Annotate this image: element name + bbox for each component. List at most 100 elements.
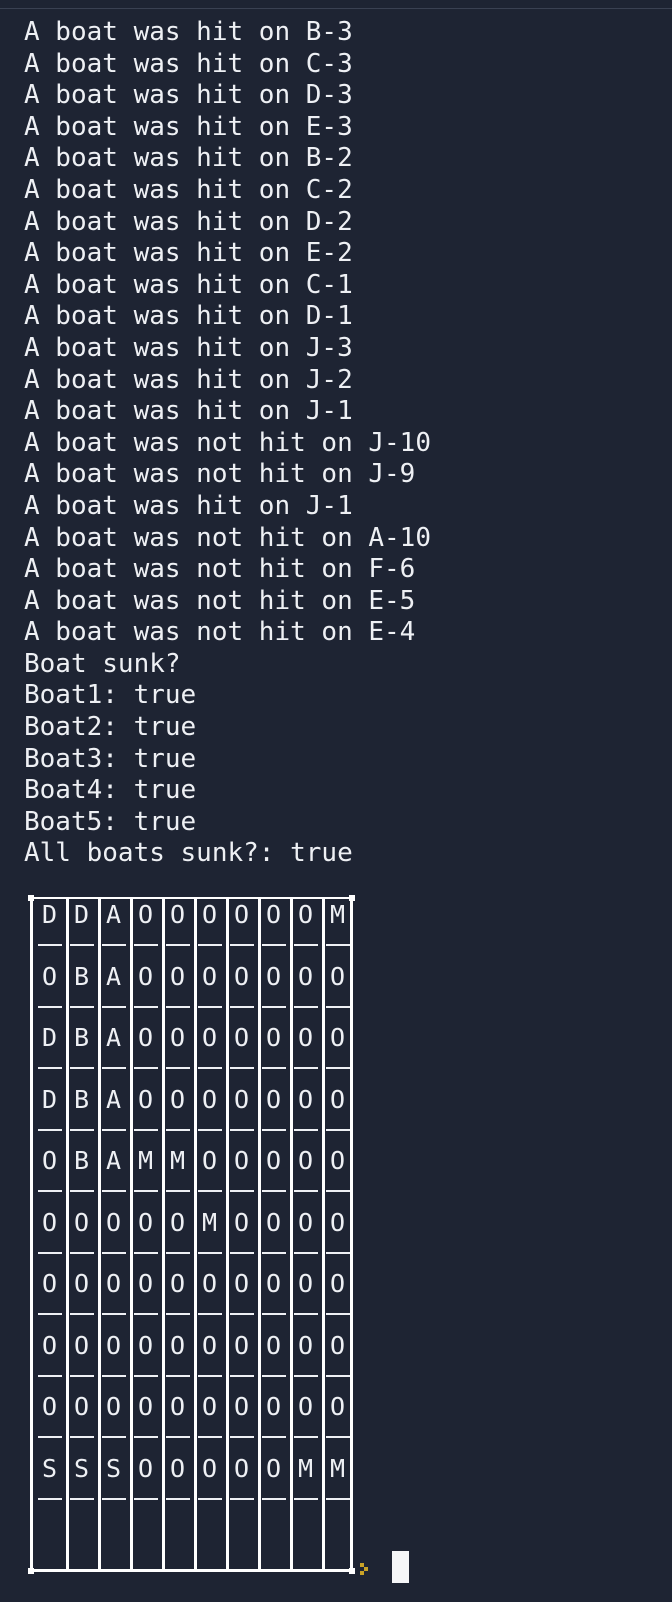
board-row-dash xyxy=(294,1005,318,1008)
board-row-dash xyxy=(326,1005,350,1008)
log-line: A boat was hit on E-2 xyxy=(24,238,353,269)
board-row-dash xyxy=(262,1067,286,1069)
board-cell: O xyxy=(137,1207,154,1237)
board-row-dash xyxy=(198,1128,222,1131)
board-cell: O xyxy=(105,1330,122,1360)
board-cell: O xyxy=(137,1084,154,1114)
board-row-dash xyxy=(134,1128,158,1131)
board-row-dash xyxy=(230,1128,254,1131)
board-cell: M xyxy=(329,1453,346,1483)
board-cell: O xyxy=(329,1207,346,1237)
board-cell: O xyxy=(297,1392,314,1421)
board-row-dash xyxy=(230,1313,254,1315)
board-cell: O xyxy=(265,961,282,991)
board-row-dash xyxy=(134,1374,158,1377)
board-cell: O xyxy=(297,1330,314,1360)
board-cell: O xyxy=(201,961,218,991)
board-cell: O xyxy=(297,1146,314,1175)
board-row-dash xyxy=(198,1313,222,1315)
log-line: Boat3: true xyxy=(24,743,197,774)
board-row-dash xyxy=(294,1190,318,1192)
log-line: A boat was hit on D-1 xyxy=(24,301,353,332)
log-line: A boat was hit on C-3 xyxy=(24,48,353,79)
board-row-dash xyxy=(230,1067,254,1069)
board-cell: O xyxy=(233,1207,250,1237)
board-row-dash xyxy=(102,1497,126,1500)
board-row-dash xyxy=(294,944,318,946)
board-cell: O xyxy=(297,900,314,929)
board-row-dash xyxy=(70,1190,94,1192)
board-cell: O xyxy=(265,900,282,929)
log-line: A boat was hit on J-3 xyxy=(24,332,353,363)
board-cell: O xyxy=(201,1146,218,1175)
board-row-dash xyxy=(294,1313,318,1315)
board-cell: O xyxy=(201,1453,218,1483)
board-row-dash xyxy=(38,1313,62,1315)
board-row-dash xyxy=(294,1128,318,1131)
board-cell: O xyxy=(265,1269,282,1298)
log-line: A boat was hit on J-1 xyxy=(24,490,353,521)
board-row-dash xyxy=(198,1436,222,1438)
terminal-cursor[interactable] xyxy=(392,1551,409,1583)
board-cell: O xyxy=(265,1084,282,1114)
board-row-dash xyxy=(230,1436,254,1438)
log-line: Boat1: true xyxy=(24,680,197,711)
board-cell: O xyxy=(41,1207,58,1237)
board-row-dash xyxy=(102,1190,126,1192)
board-corner xyxy=(28,1568,34,1574)
board-row-dash xyxy=(262,1251,286,1254)
board-row-dash xyxy=(102,1005,126,1008)
board-cell: B xyxy=(73,1146,90,1175)
board-cell: O xyxy=(137,1453,154,1483)
board-row-dash xyxy=(326,1497,350,1500)
board-row-dash xyxy=(102,1128,126,1131)
board-row-dash xyxy=(326,1374,350,1377)
board-cell: O xyxy=(265,1453,282,1483)
board-row-dash xyxy=(230,944,254,946)
board-row-dash xyxy=(262,1497,286,1500)
board-row-dash xyxy=(262,1313,286,1315)
board-row-dash xyxy=(326,1190,350,1192)
log-line: A boat was not hit on A-10 xyxy=(24,522,431,553)
board-row-dash xyxy=(70,1005,94,1008)
board-row-dash xyxy=(294,1497,318,1500)
board-cell: O xyxy=(233,1084,250,1114)
board-row-dash xyxy=(326,1128,350,1131)
board-cell: O xyxy=(169,1207,186,1237)
board-cell: O xyxy=(169,900,186,929)
board-row-dash xyxy=(134,944,158,946)
board-cell: D xyxy=(41,1023,58,1052)
board-cell: O xyxy=(233,1392,250,1421)
board-row-dash xyxy=(198,1497,222,1500)
board-row-dash xyxy=(294,1374,318,1377)
board-cell: O xyxy=(265,1023,282,1052)
board-row-dash xyxy=(70,1128,94,1131)
board-cell: O xyxy=(265,1330,282,1360)
log-line: A boat was hit on B-2 xyxy=(24,143,353,174)
board-row-dash xyxy=(102,1067,126,1069)
board-cell: O xyxy=(201,1269,218,1298)
board-cell: O xyxy=(329,961,346,991)
board-row-dash xyxy=(294,1436,318,1438)
board-cell: O xyxy=(41,1269,58,1298)
board-cell: O xyxy=(201,1023,218,1052)
board-row-dash xyxy=(102,1436,126,1438)
board-cell: A xyxy=(105,1146,122,1175)
board-cell: O xyxy=(137,900,154,929)
board-cell: O xyxy=(41,961,58,991)
board-cell: M xyxy=(137,1146,154,1175)
board-row-dash xyxy=(326,1436,350,1438)
board-cell: O xyxy=(329,1269,346,1298)
board-cell: O xyxy=(329,1084,346,1114)
board-row-dash xyxy=(262,1128,286,1131)
board-cell: O xyxy=(105,1207,122,1237)
log-line: A boat was hit on D-3 xyxy=(24,80,353,111)
board-row-dash xyxy=(38,1374,62,1377)
board-cell: O xyxy=(329,1330,346,1360)
board-row-dash xyxy=(166,1128,190,1131)
board-row-dash xyxy=(38,1251,62,1254)
board-row-dash xyxy=(262,1436,286,1438)
board-cell: D xyxy=(73,900,90,929)
board-row-dash xyxy=(70,1436,94,1438)
log-line: Boat2: true xyxy=(24,712,197,743)
